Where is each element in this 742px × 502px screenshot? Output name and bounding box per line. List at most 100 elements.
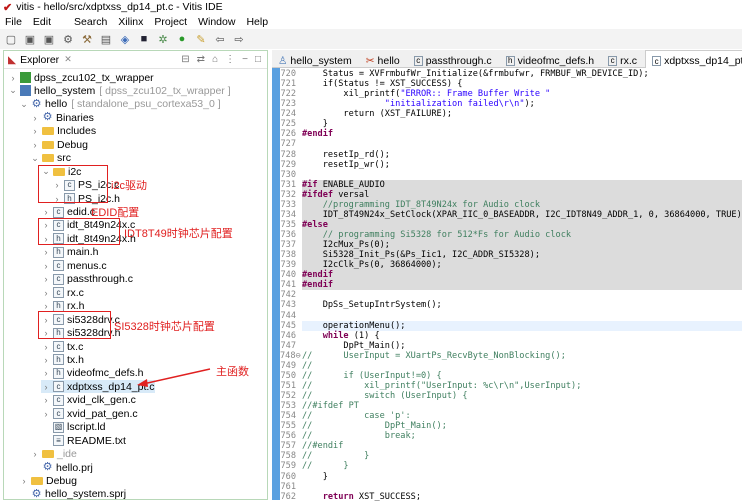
tab-rx[interactable]: c rx.c — [602, 50, 645, 68]
code-line: 762 return XST_SUCCESS; — [280, 492, 742, 502]
code-line: 725 } — [280, 119, 742, 129]
forward-icon[interactable]: ⇨ — [232, 32, 246, 46]
back-icon[interactable]: ⇦ — [213, 32, 227, 46]
chevron-right-icon[interactable]: › — [30, 140, 40, 150]
run-icon[interactable]: ● — [175, 32, 189, 46]
tool-icon[interactable]: ✎ — [194, 32, 208, 46]
code-token: XST_SUCCESS; — [353, 491, 422, 502]
menu-file[interactable]: File — [5, 16, 22, 28]
chevron-down-icon[interactable]: ⌄ — [30, 153, 40, 164]
tab-hello-system[interactable]: ♙ hello_system — [272, 50, 360, 68]
code-token: #endif — [302, 280, 334, 291]
code-text: #else — [302, 219, 742, 230]
connect-icon[interactable]: ◈ — [118, 32, 132, 46]
chevron-right-icon[interactable]: › — [41, 247, 51, 257]
tab-hello[interactable]: ✂ hello — [360, 50, 408, 68]
chevron-right-icon[interactable]: › — [41, 261, 51, 271]
chevron-right-icon[interactable]: › — [41, 301, 51, 311]
tree-item[interactable]: ⚙ hello.prj — [30, 461, 93, 474]
tree-item[interactable]: › c tx.c — [41, 340, 84, 353]
tree-item-label: Debug — [46, 475, 77, 487]
code-token: //programming IDT_8T49N24x for Audio clo… — [302, 199, 540, 210]
chevron-right-icon[interactable]: › — [41, 382, 51, 392]
line-number: 736 — [280, 230, 296, 240]
tree-item[interactable]: ⌄ src — [30, 152, 71, 165]
chevron-right-icon[interactable]: › — [19, 476, 29, 486]
tree-item[interactable]: ▧ lscript.ld — [41, 421, 106, 434]
menu-help[interactable]: Help — [246, 16, 268, 28]
tree-item[interactable]: ⚙ hello_system.sprj — [19, 488, 127, 501]
line-number: 729 — [280, 159, 296, 170]
minimize-icon[interactable]: − — [242, 54, 248, 65]
code-line: 754 // case 'p': — [280, 411, 742, 421]
collapse-all-icon[interactable]: ⊟ — [181, 54, 189, 65]
tree-item[interactable]: › c edid.c — [41, 206, 96, 219]
tree-item[interactable]: › h tx.h — [41, 353, 84, 366]
debug-icon[interactable]: ✲ — [156, 32, 170, 46]
tree-item[interactable]: › c xvid_pat_gen.c — [41, 407, 138, 420]
code-token: #endif — [302, 129, 334, 140]
chevron-right-icon[interactable]: › — [41, 288, 51, 298]
code-token: #else — [302, 219, 328, 230]
chevron-down-icon[interactable]: ⌄ — [19, 99, 29, 110]
chevron-right-icon[interactable]: › — [41, 409, 51, 419]
filter-icon[interactable]: ⌂ — [212, 54, 218, 65]
title-bar: ✔ vitis - hello/src/xdptxss_dp14_pt.c - … — [0, 0, 742, 14]
tab-xdptxss-dp14-pt[interactable]: cxdptxss_dp14_pt.c✕ — [645, 50, 742, 68]
chevron-right-icon[interactable]: › — [8, 73, 18, 83]
tree-item[interactable]: › Debug — [19, 475, 77, 488]
build-hammer-icon[interactable]: ⚒ — [80, 32, 94, 46]
chevron-right-icon[interactable]: › — [30, 113, 40, 123]
menu-edit[interactable]: Edit — [33, 16, 51, 28]
tree-item-label: README.txt — [67, 434, 126, 447]
code-text: #endif — [302, 270, 742, 281]
code-line: 740 #endif — [280, 270, 742, 281]
save-all-icon[interactable]: ▣ — [42, 32, 56, 46]
tree-item[interactable]: › c passthrough.c — [41, 273, 133, 286]
tab-label: videofmc_defs.h — [517, 54, 595, 67]
chevron-down-icon[interactable]: ⌄ — [8, 85, 18, 96]
chevron-right-icon[interactable]: › — [41, 368, 51, 378]
chevron-right-icon[interactable]: › — [41, 274, 51, 284]
code-token: xil_printf( — [302, 89, 401, 100]
menu-xilinx[interactable]: Xilinx — [118, 16, 143, 28]
tree-item[interactable]: › Includes — [30, 125, 97, 138]
tree-item[interactable]: › h videofmc_defs.h — [41, 367, 144, 380]
tree-item[interactable]: › h main.h — [41, 246, 99, 259]
chevron-right-icon[interactable]: › — [41, 342, 51, 352]
link-editor-icon[interactable]: ⇄ — [197, 54, 205, 65]
console-icon[interactable]: ■ — [137, 32, 151, 46]
tree-item[interactable]: ⌄ hello_system[ dpss_zcu102_tx_wrapper ] — [8, 84, 230, 97]
tree-item[interactable]: › c menus.c — [41, 259, 107, 272]
close-icon[interactable]: ✕ — [64, 54, 72, 65]
settings-icon[interactable]: ⚙ — [61, 32, 75, 46]
terminal-icon[interactable]: ▤ — [99, 32, 113, 46]
code-area[interactable]: 720 Status = XVFrmbufWr_Initialize(&frmb… — [280, 69, 742, 502]
save-icon[interactable]: ▣ — [23, 32, 37, 46]
menu-project[interactable]: Project — [154, 16, 187, 28]
tree-item[interactable]: › dpss_zcu102_tx_wrapper — [8, 71, 154, 84]
maximize-icon[interactable]: □ — [255, 54, 261, 65]
chevron-right-icon[interactable]: › — [41, 395, 51, 405]
folder-icon — [31, 477, 43, 485]
annotation-box-i2c — [38, 165, 108, 203]
tree-item[interactable]: › c rx.c — [41, 286, 84, 299]
view-menu-icon[interactable]: ⋮ — [225, 54, 235, 65]
tree-item[interactable]: ≡ README.txt — [41, 434, 126, 447]
tree-item[interactable]: › Debug — [30, 138, 88, 151]
tree-item[interactable]: › ⚙ Binaries — [30, 111, 94, 124]
chevron-right-icon[interactable]: › — [41, 355, 51, 365]
menu-window[interactable]: Window — [198, 16, 235, 28]
tree-item[interactable]: › c xvid_clk_gen.c — [41, 394, 136, 407]
tab-videofmc-defs[interactable]: h videofmc_defs.h — [500, 50, 602, 68]
menu-search[interactable]: Search — [74, 16, 107, 28]
new-icon[interactable]: ▢ — [4, 32, 18, 46]
tree-item[interactable]: ⌄ ⚙ hello[ standalone_psu_cortexa53_0 ] — [19, 98, 220, 111]
vitis-logo-icon: ✔ — [3, 1, 13, 14]
tab-passthrough[interactable]: c passthrough.c — [408, 50, 500, 68]
chevron-right-icon[interactable]: › — [41, 207, 51, 217]
chevron-right-icon[interactable]: › — [30, 126, 40, 136]
tree-item[interactable]: › _ide — [30, 448, 77, 461]
chevron-right-icon[interactable]: › — [30, 449, 40, 459]
line-number: 742 — [280, 290, 296, 301]
